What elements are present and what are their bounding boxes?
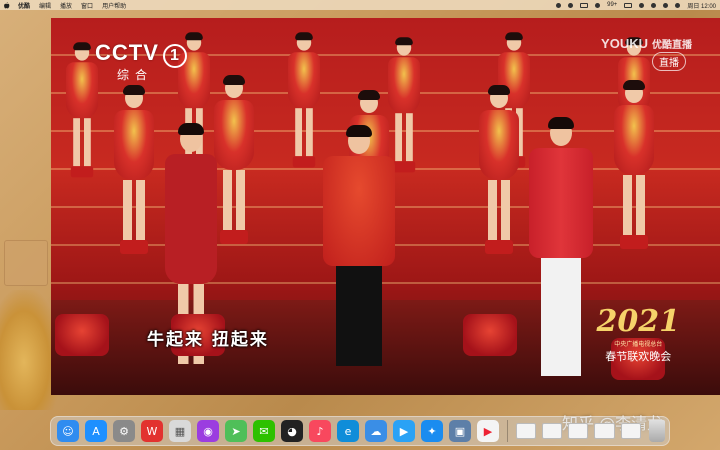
status-icon-2[interactable] [568, 2, 574, 8]
display-icon[interactable] [580, 2, 589, 8]
gala-logo: 2021 中央广播电视总台 春节联欢晚会 [597, 304, 681, 364]
minimized-window-2[interactable] [542, 423, 563, 439]
launchpad-icon[interactable]: ▦ [169, 420, 191, 442]
wallpaper-card-decoration [4, 240, 48, 286]
baidu-netdisk-icon[interactable]: ☁ [365, 420, 387, 442]
menu-help[interactable]: 用户帮助 [102, 1, 126, 10]
performer-right [526, 117, 596, 376]
app-store-icon[interactable]: A [85, 420, 107, 442]
youku-watermark: YOUKU 优酷直播 [601, 36, 692, 51]
menu-app-name[interactable]: 优酷 [18, 1, 30, 10]
video-player[interactable]: CCTV 1 综合 YOUKU 优酷直播 直播 牛起来 扭起来 2021 中央广播电… [51, 18, 720, 395]
clock[interactable]: 周日 12:00 [687, 1, 716, 10]
gala-logo-sub: 中央广播电视总台 [614, 341, 663, 348]
siri-icon[interactable] [675, 2, 681, 8]
youku-icon[interactable]: ▶ [477, 420, 499, 442]
minimized-window-5[interactable] [620, 423, 641, 439]
ox-prop [55, 314, 109, 356]
battery-icon[interactable] [624, 2, 633, 8]
control-center-icon[interactable] [663, 2, 669, 8]
qq-icon[interactable]: ◕ [281, 420, 303, 442]
system-preferences-icon[interactable]: ⚙ [113, 420, 135, 442]
safari-icon[interactable]: ✦ [421, 420, 443, 442]
search-icon[interactable] [651, 2, 657, 8]
music-icon[interactable]: ♪ [309, 420, 331, 442]
performer-center [319, 125, 399, 366]
menu-edit[interactable]: 编辑 [39, 1, 51, 10]
live-badge: 直播 [652, 52, 686, 71]
maps-icon[interactable]: ➤ [225, 420, 247, 442]
wps-icon[interactable]: W [141, 420, 163, 442]
apple-icon[interactable] [4, 1, 10, 9]
channel-name: 综合 [117, 68, 154, 82]
preview-icon[interactable]: ▣ [449, 420, 471, 442]
minimized-window-1[interactable] [515, 423, 537, 439]
gala-logo-name: 春节联欢晚会 [605, 350, 672, 363]
ox-prop [463, 314, 517, 356]
menubar: 优酷 编辑 播放 窗口 用户帮助 99+ 周日 12:00 [0, 0, 720, 10]
edge-icon[interactable]: e [337, 420, 359, 442]
dancer [286, 32, 323, 168]
finder-icon[interactable]: ☺ [57, 420, 79, 442]
gala-logo-year: 2021 [596, 304, 681, 339]
dock-separator [507, 420, 508, 442]
tencent-video-icon[interactable]: ▶ [393, 420, 415, 442]
video-subtitle: 牛起来 扭起来 [147, 330, 269, 350]
menu-play[interactable]: 播放 [60, 1, 72, 10]
youku-brand: YOUKU [601, 36, 648, 51]
status-icon-1[interactable] [556, 2, 562, 8]
minimized-window-3[interactable] [568, 423, 589, 439]
youku-sub: 优酷直播 [652, 40, 692, 51]
bluetooth-icon[interactable] [595, 2, 601, 8]
minimized-window-4[interactable] [594, 423, 615, 439]
dancer [611, 80, 657, 249]
dancer [476, 85, 522, 254]
wifi-icon[interactable] [639, 2, 645, 8]
podcasts-icon[interactable]: ◉ [197, 420, 219, 442]
dancer [111, 85, 157, 254]
battery-percent[interactable]: 99+ [607, 2, 617, 8]
menu-window[interactable]: 窗口 [81, 1, 93, 10]
dock: ☺ A ⚙ W ▦ ◉ ➤ ✉ ◕ ♪ e ☁ ▶ ✦ ▣ ▶ [50, 416, 670, 446]
cctv-logo-text: CCTV [95, 40, 159, 65]
trash-icon[interactable] [648, 420, 666, 442]
cctv-channel-number: 1 [162, 44, 187, 68]
wechat-icon[interactable]: ✉ [253, 420, 275, 442]
cctv-logo: CCTV 1 [95, 40, 187, 68]
